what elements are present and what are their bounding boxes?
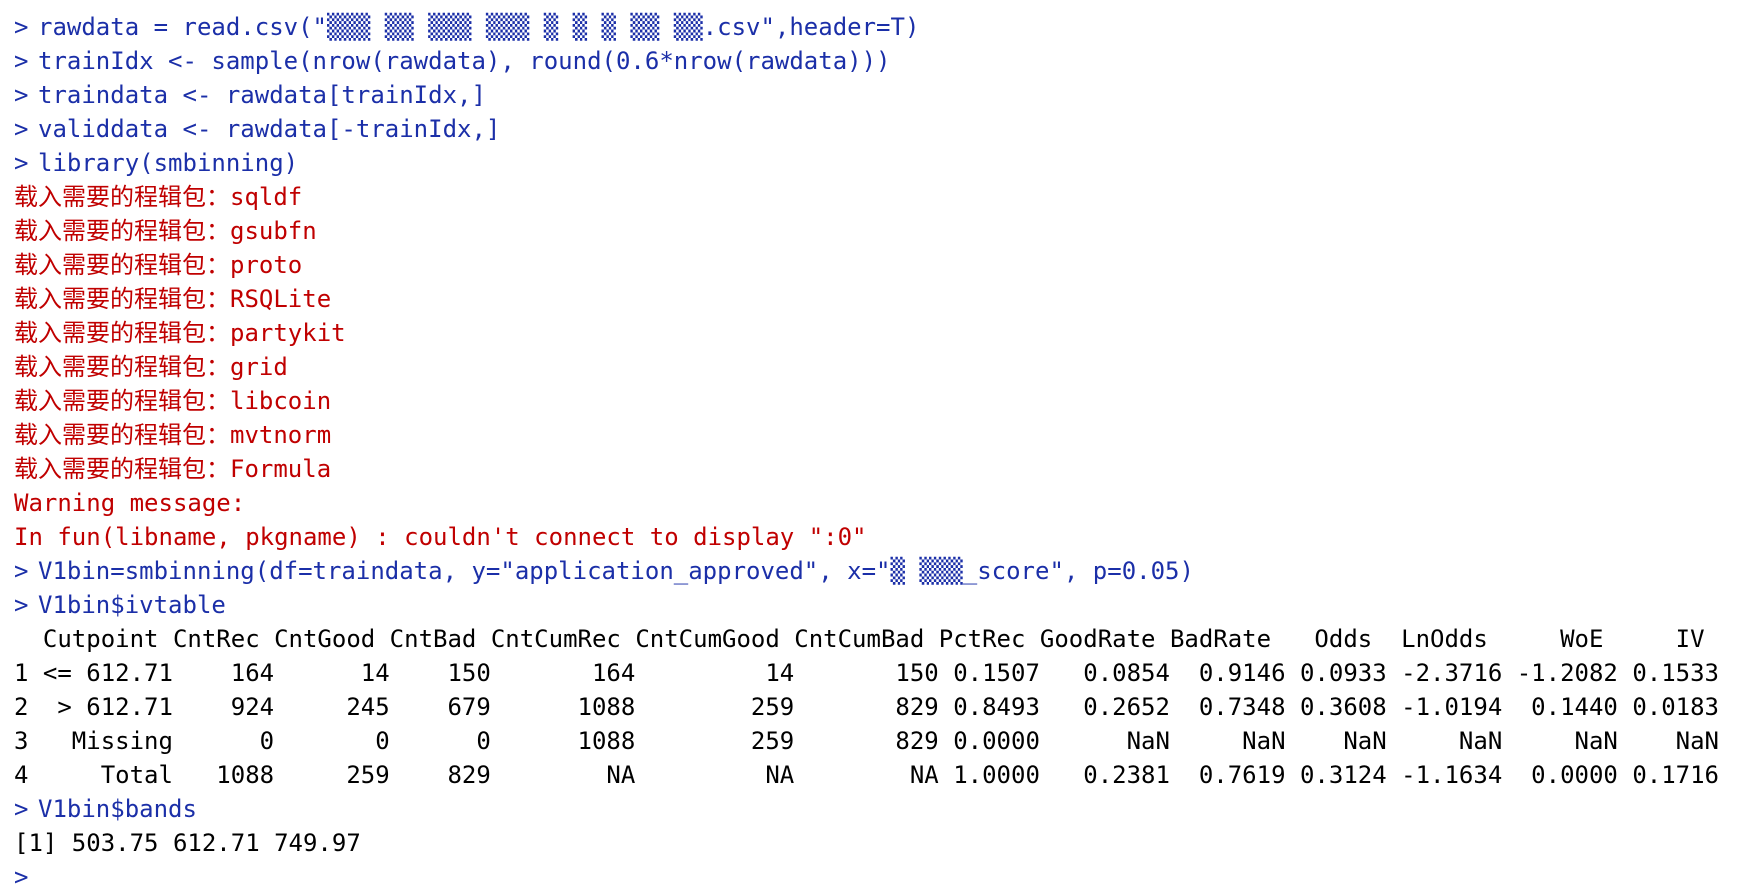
prompt: > [14,47,29,75]
command-line: > library(smbinning) [0,146,1756,180]
package-load-message: 载入需要的程辑包：RSQLite [14,285,332,313]
input-line[interactable]: > [0,860,1756,884]
prompt: > [14,591,29,619]
command-text: validdata <- rawdata[-trainIdx,] [38,115,501,143]
r-console[interactable]: > rawdata = read.csv("▒▒▒ ▒▒ ▒▒▒ ▒▒▒ ▒ ▒ … [0,0,1756,884]
command-line: > V1bin$ivtable [0,588,1756,622]
command-line: > validdata <- rawdata[-trainIdx,] [0,112,1756,146]
package-load-message: 载入需要的程辑包：mvtnorm [14,421,332,449]
command-line: > V1bin$bands [0,792,1756,826]
warning-header: Warning message: [14,489,246,517]
package-load-message: 载入需要的程辑包：Formula [14,455,332,483]
package-load-message: 载入需要的程辑包：gsubfn [14,217,317,245]
command-text: V1bin$bands [38,795,197,823]
package-load-message: 载入需要的程辑包：proto [14,251,303,279]
prompt: > [14,863,29,884]
command-text: library(smbinning) [38,149,299,177]
ivtable-header: Cutpoint CntRec CntGood CntBad CntCumRec… [14,625,1705,653]
command-text: traindata <- rawdata[trainIdx,] [38,81,486,109]
prompt: > [14,115,29,143]
warning-text: In fun(libname, pkgname) : couldn't conn… [14,523,867,551]
command-line: > rawdata = read.csv("▒▒▒ ▒▒ ▒▒▒ ▒▒▒ ▒ ▒ … [0,10,1756,44]
prompt: > [14,795,29,823]
package-load-message: 载入需要的程辑包：libcoin [14,387,332,415]
package-load-message: 载入需要的程辑包：sqldf [14,183,303,211]
command-line: > traindata <- rawdata[trainIdx,] [0,78,1756,112]
prompt: > [14,81,29,109]
prompt: > [14,149,29,177]
ivtable-row: 4 Total 1088 259 829 NA NA NA 1.0000 0.2… [14,761,1720,789]
ivtable-row: 3 Missing 0 0 0 1088 259 829 0.0000 NaN … [14,727,1720,755]
command-text: V1bin$ivtable [38,591,226,619]
command-text: trainIdx <- sample(nrow(rawdata), round(… [38,47,891,75]
package-load-message: 载入需要的程辑包：partykit [14,319,346,347]
bands-output: [1] 503.75 612.71 749.97 [14,829,361,857]
prompt: > [14,557,29,585]
ivtable-row: 2 > 612.71 924 245 679 1088 259 829 0.84… [14,693,1720,721]
ivtable-row: 1 <= 612.71 164 14 150 164 14 150 0.1507… [14,659,1720,687]
command-text: V1bin=smbinning(df=traindata, y="applica… [38,557,1194,585]
command-text: rawdata = read.csv("▒▒▒ ▒▒ ▒▒▒ ▒▒▒ ▒ ▒ ▒… [38,13,920,41]
package-load-message: 载入需要的程辑包：grid [14,353,288,381]
prompt: > [14,13,29,41]
command-line: > V1bin=smbinning(df=traindata, y="applic… [0,554,1756,588]
command-line: > trainIdx <- sample(nrow(rawdata), round… [0,44,1756,78]
